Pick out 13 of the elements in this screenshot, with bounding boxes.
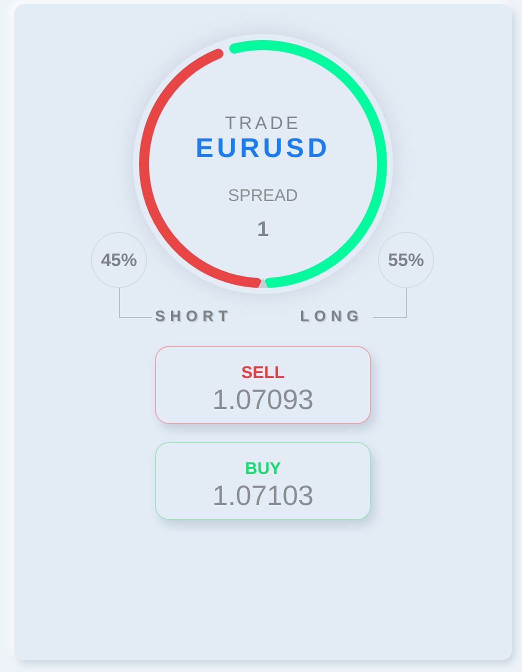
pointer-icon <box>258 278 268 288</box>
buy-button[interactable]: BUY 1.07103 <box>155 442 371 520</box>
spread-label: SPREAD <box>228 187 298 206</box>
symbol-text: EURUSD <box>195 134 330 164</box>
leader-line <box>119 288 152 318</box>
percent-badge: 45% <box>91 232 147 288</box>
side-label: LONG <box>300 308 364 326</box>
percent-badge: 55% <box>378 232 434 288</box>
side-label: SHORT <box>155 308 232 326</box>
leader-line <box>373 288 407 318</box>
spread-value: 1 <box>257 218 269 242</box>
sell-button[interactable]: SELL 1.07093 <box>155 346 371 424</box>
gauge-title: TRADE <box>224 114 301 134</box>
